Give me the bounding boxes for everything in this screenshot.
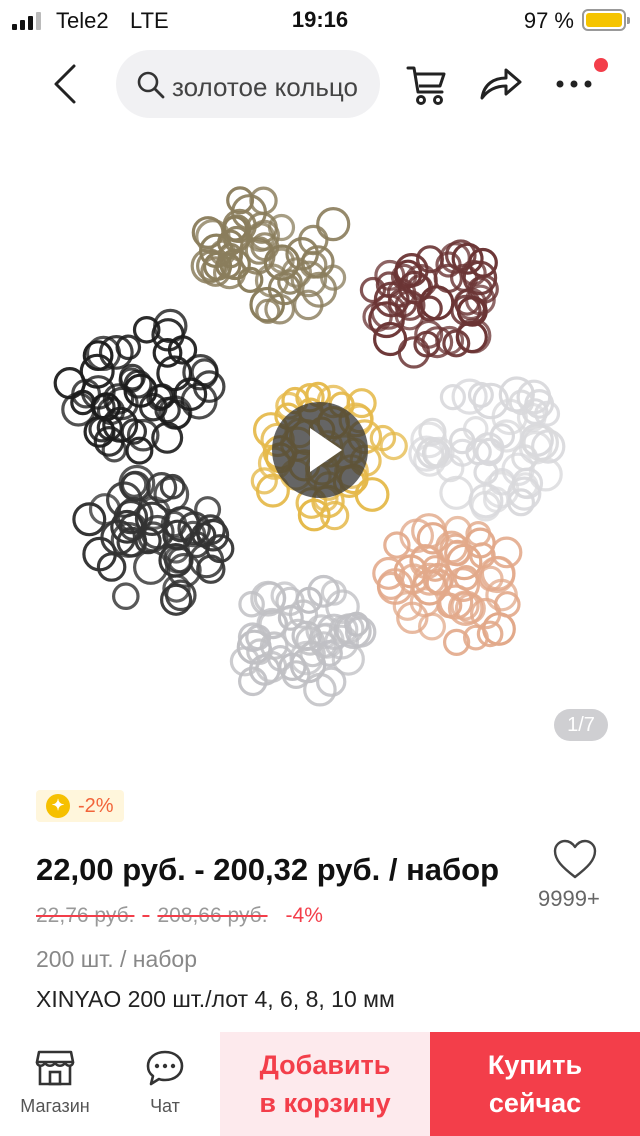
chat-tab[interactable]: Чат <box>110 1032 220 1136</box>
old-price-row: 22,76 руб. - 208,66 руб. -4% <box>36 904 323 928</box>
ring-cluster <box>372 513 523 656</box>
ring-cluster <box>359 239 499 369</box>
more-icon <box>556 80 592 88</box>
bottom-action-bar: Магазин Чат Добавить в корзину Купить се… <box>0 1032 640 1136</box>
old-price-low: 22,76 руб. <box>36 904 135 927</box>
chat-icon <box>146 1050 184 1086</box>
chat-tab-label: Чат <box>150 1096 180 1116</box>
product-gallery[interactable]: 1/7 <box>0 140 640 760</box>
unit-info: 200 шт. / набор <box>36 946 198 972</box>
store-tab[interactable]: Магазин <box>0 1032 110 1136</box>
chevron-left-icon <box>54 64 76 104</box>
coin-icon: ✦ <box>46 794 70 818</box>
ring-cluster <box>229 574 377 707</box>
add-to-cart-label-line1: Добавить <box>259 1050 391 1080</box>
search-icon <box>137 71 165 99</box>
wishlist-button[interactable] <box>552 838 598 880</box>
status-bar: Tele2 LTE 19:16 97 % <box>0 0 640 40</box>
ring-cluster <box>408 376 566 522</box>
battery-icon <box>582 9 630 31</box>
more-button[interactable] <box>550 60 598 108</box>
percent-off: -4% <box>285 904 323 927</box>
ring-cluster <box>190 186 351 325</box>
store-tab-label: Магазин <box>20 1096 90 1116</box>
share-icon <box>480 68 522 100</box>
top-nav: золотое кольцо <box>0 46 640 122</box>
product-title: XINYAO 200 шт./лот 4, 6, 8, 10 мм <box>36 986 395 1012</box>
buy-now-button[interactable]: Купить сейчас <box>430 1032 640 1136</box>
add-to-cart-button[interactable]: Добавить в корзину <box>220 1032 430 1136</box>
buy-now-label-line1: Купить <box>487 1050 583 1080</box>
discount-badge: ✦ -2% <box>36 790 124 822</box>
wishlist-count: 9999+ <box>538 886 600 911</box>
ring-cluster <box>72 464 235 616</box>
cart-icon <box>406 66 446 105</box>
old-price-separator: - <box>142 904 150 927</box>
product-price: 22,00 руб. - 200,32 руб. / набор <box>36 852 500 887</box>
search-placeholder: золотое кольцо <box>172 72 358 102</box>
notification-dot <box>594 58 608 72</box>
store-icon <box>35 1050 75 1086</box>
share-button[interactable] <box>476 60 524 108</box>
back-button[interactable] <box>44 60 92 108</box>
battery-percent: 97 % <box>523 8 574 33</box>
ring-cluster <box>53 308 226 465</box>
discount-badge-text: -2% <box>78 794 114 817</box>
add-to-cart-label-line2: в корзину <box>259 1088 391 1118</box>
buy-now-label-line2: сейчас <box>488 1088 582 1118</box>
old-price-high: 208,66 руб. <box>157 904 268 927</box>
heart-icon <box>553 839 597 879</box>
image-counter: 1/7 <box>554 709 608 741</box>
search-input[interactable]: золотое кольцо <box>116 50 380 118</box>
play-icon[interactable] <box>272 402 368 498</box>
cart-button[interactable] <box>404 60 452 108</box>
